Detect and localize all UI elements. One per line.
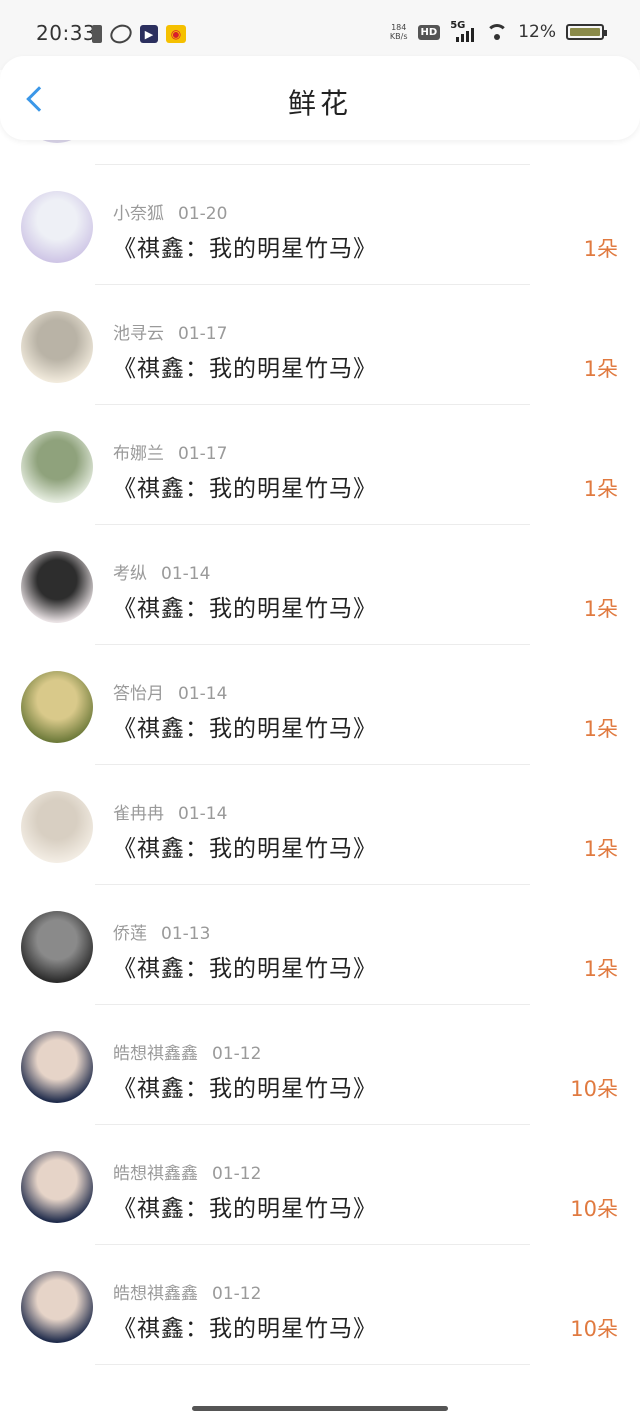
- list-item[interactable]: 皓想祺鑫鑫 01-12 《祺鑫：我的明星竹马》 10朵: [0, 1005, 640, 1125]
- net-speed-unit: KB/s: [389, 32, 408, 41]
- list-item[interactable]: 小奈狐 01-20 《祺鑫：我的明星竹马》 1朵: [0, 165, 640, 285]
- username[interactable]: 答怡月: [113, 684, 164, 704]
- work-title: 《祺鑫：我的明星竹马》: [113, 596, 377, 622]
- avatar[interactable]: [21, 1151, 93, 1223]
- list-item[interactable]: 侨莲 01-13 《祺鑫：我的明星竹马》 1朵: [0, 885, 640, 1005]
- username[interactable]: 雀冉冉: [113, 804, 164, 824]
- page-title: 鲜花: [287, 87, 352, 120]
- flower-count: 10朵: [570, 1317, 618, 1341]
- avatar[interactable]: [21, 191, 93, 263]
- status-time: 20:33: [36, 21, 97, 45]
- avatar[interactable]: [21, 1031, 93, 1103]
- username[interactable]: 皓想祺鑫鑫: [113, 1164, 198, 1184]
- flower-count: 1朵: [583, 837, 618, 861]
- item-meta: 答怡月 01-14: [113, 679, 227, 704]
- item-meta: 皓想祺鑫鑫 01-12: [113, 1159, 261, 1184]
- list-item[interactable]: 考纵 01-14 《祺鑫：我的明星竹马》 1朵: [0, 525, 640, 645]
- date: 01-20: [178, 204, 228, 224]
- net-speed: 184 KB/s: [390, 23, 408, 41]
- username[interactable]: 侨莲: [113, 924, 147, 944]
- date: 01-14: [161, 564, 211, 584]
- date: 01-17: [178, 444, 228, 464]
- list-item[interactable]: 布娜兰 01-17 《祺鑫：我的明星竹马》 1朵: [0, 405, 640, 525]
- flower-count: 1朵: [583, 477, 618, 501]
- battery-percent: 12%: [518, 22, 556, 42]
- username[interactable]: 考纵: [113, 564, 147, 584]
- avatar[interactable]: [21, 551, 93, 623]
- item-meta: 布娜兰 01-17: [113, 439, 227, 464]
- work-title: 《祺鑫：我的明星竹马》: [113, 956, 377, 982]
- hd-icon: HD: [417, 24, 441, 40]
- flower-count: 1朵: [583, 957, 618, 981]
- divider: [95, 1364, 530, 1365]
- date: 01-12: [212, 1164, 262, 1184]
- app-ring-icon: [107, 21, 135, 47]
- item-meta: 雀冉冉 01-14: [113, 799, 227, 824]
- date: 01-14: [178, 804, 228, 824]
- work-title: 《祺鑫：我的明星竹马》: [113, 356, 377, 382]
- home-indicator[interactable]: [192, 1406, 448, 1411]
- date: 01-17: [178, 324, 228, 344]
- notification-icons: ▶ ◉: [92, 21, 186, 47]
- date: 01-14: [178, 684, 228, 704]
- header: 鲜花: [0, 56, 640, 140]
- list-item[interactable]: 皓想祺鑫鑫 01-12 《祺鑫：我的明星竹马》 10朵: [0, 1245, 640, 1365]
- item-meta: 皓想祺鑫鑫 01-12: [113, 1039, 261, 1064]
- avatar[interactable]: [21, 1271, 93, 1343]
- username[interactable]: 布娜兰: [113, 444, 164, 464]
- work-title: 《祺鑫：我的明星竹马》: [113, 836, 377, 862]
- signal-icon: 5G: [450, 20, 476, 42]
- flower-count: 10朵: [570, 1197, 618, 1221]
- work-title: 《祺鑫：我的明星竹马》: [113, 1316, 377, 1342]
- avatar[interactable]: [21, 311, 93, 383]
- item-meta: 池寻云 01-17: [113, 319, 227, 344]
- weibo-icon: ◉: [166, 25, 186, 43]
- work-title: 《祺鑫：我的明星竹马》: [113, 1196, 377, 1222]
- date: 01-12: [212, 1044, 262, 1064]
- sim-card-icon: [92, 25, 102, 43]
- net-speed-value: 184: [391, 23, 407, 32]
- username[interactable]: 皓想祺鑫鑫: [113, 1284, 198, 1304]
- work-title: 《祺鑫：我的明星竹马》: [113, 1076, 377, 1102]
- avatar[interactable]: [21, 791, 93, 863]
- item-meta: 小奈狐 01-20: [113, 199, 227, 224]
- avatar[interactable]: [21, 911, 93, 983]
- date: 01-13: [161, 924, 211, 944]
- list-item[interactable]: 池寻云 01-17 《祺鑫：我的明星竹马》 1朵: [0, 285, 640, 405]
- flower-count: 1朵: [583, 717, 618, 741]
- username[interactable]: 池寻云: [113, 324, 164, 344]
- avatar[interactable]: [21, 431, 93, 503]
- date: 01-12: [212, 1284, 262, 1304]
- item-meta: 考纵 01-14: [113, 559, 210, 584]
- work-title: 《祺鑫：我的明星竹马》: [113, 476, 377, 502]
- work-title: 《祺鑫：我的明星竹马》: [113, 236, 377, 262]
- username[interactable]: 皓想祺鑫鑫: [113, 1044, 198, 1064]
- flower-count: 1朵: [583, 237, 618, 261]
- item-meta: 侨莲 01-13: [113, 919, 210, 944]
- flower-count: 1朵: [583, 597, 618, 621]
- list-item[interactable]: 雀冉冉 01-14 《祺鑫：我的明星竹马》 1朵: [0, 765, 640, 885]
- avatar[interactable]: [21, 671, 93, 743]
- item-meta: 皓想祺鑫鑫 01-12: [113, 1279, 261, 1304]
- flower-count: 1朵: [583, 357, 618, 381]
- flower-count: 10朵: [570, 1077, 618, 1101]
- battery-icon: [566, 24, 607, 40]
- username[interactable]: 小奈狐: [113, 204, 164, 224]
- video-app-icon: ▶: [140, 25, 158, 43]
- work-title: 《祺鑫：我的明星竹马》: [113, 716, 377, 742]
- wifi-icon: [486, 24, 509, 40]
- list-item[interactable]: 皓想祺鑫鑫 01-12 《祺鑫：我的明星竹马》 10朵: [0, 1125, 640, 1245]
- list-item[interactable]: 答怡月 01-14 《祺鑫：我的明星竹马》 1朵: [0, 645, 640, 765]
- status-right: 184 KB/s HD 5G 12%: [390, 20, 607, 42]
